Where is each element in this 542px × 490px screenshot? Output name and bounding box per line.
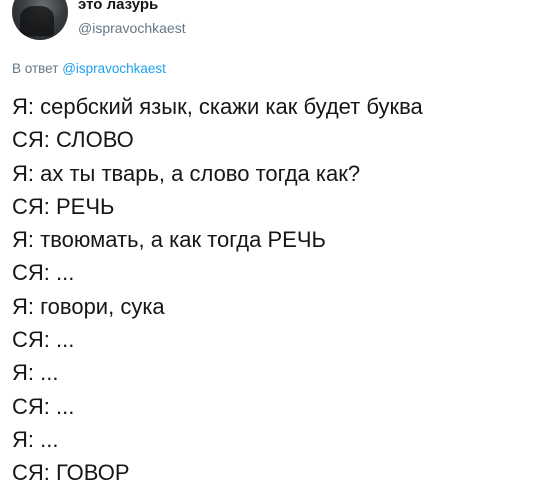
display-name[interactable]: это лазурь: [78, 0, 186, 14]
tweet-line: Я: сербский язык, скажи как будет буква: [12, 94, 423, 119]
reply-context: В ответ @ispravochkaest: [12, 60, 166, 78]
tweet-line: Я: ...: [12, 426, 59, 452]
avatar[interactable]: [12, 0, 68, 40]
reply-prefix: В ответ: [12, 61, 59, 76]
tweet-line: Я: твоюмать, а как тогда РЕЧЬ: [12, 227, 326, 253]
username[interactable]: @ispravochkaest: [78, 19, 186, 37]
tweet-line: Я: ...: [12, 360, 59, 386]
tweet-line: СЯ: ...: [12, 393, 75, 419]
tweet-text: Я: сербский язык, скажи как будет буква …: [12, 90, 532, 490]
tweet-line: СЯ: РЕЧЬ: [12, 193, 115, 219]
tweet-line: СЯ: ...: [12, 260, 75, 286]
tweet-line: Я: ах ты тварь, а слово тогда как?: [12, 160, 361, 186]
user-info: это лазурь @ispravochkaest: [78, 0, 186, 37]
tweet-line: Я: говори, сука: [12, 293, 165, 319]
tweet-line: СЯ: ГОВОР: [12, 460, 130, 486]
reply-to-link[interactable]: @ispravochkaest: [62, 61, 166, 76]
tweet-line: СЯ: СЛОВО: [12, 127, 134, 153]
tweet-header: это лазурь @ispravochkaest: [12, 0, 186, 42]
avatar-image: [20, 6, 54, 36]
tweet-line: СЯ: ...: [12, 327, 75, 353]
tweet: это лазурь @ispravochkaest В ответ @ispr…: [0, 0, 542, 489]
